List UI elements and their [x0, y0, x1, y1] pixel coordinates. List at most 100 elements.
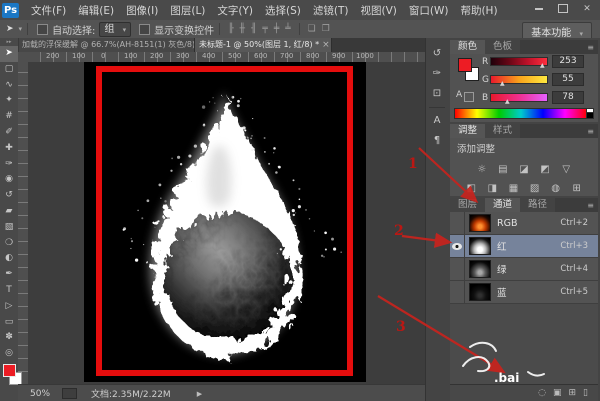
menu-item-filter[interactable]: 滤镜(T) [307, 3, 355, 18]
color-lookup-icon[interactable]: ⊞ [569, 183, 585, 194]
lasso-tool[interactable]: ∿ [0, 78, 18, 94]
blue-slider[interactable] [490, 93, 548, 102]
delete-channel-icon[interactable]: ▯ [583, 388, 588, 398]
dodge-tool[interactable]: ◐ [0, 251, 18, 267]
auto-select-target-dropdown[interactable]: 组 ▾ [99, 22, 131, 37]
tool-preset-arrow-icon[interactable]: ▾ [19, 25, 23, 33]
marquee-tool[interactable]: ▢ [0, 62, 18, 78]
tab-styles[interactable]: 样式 [485, 124, 520, 138]
visibility-well[interactable] [450, 235, 465, 257]
foreground-color-swatch[interactable] [3, 364, 16, 377]
toolbar-collapse-icon[interactable]: ▸▸ [0, 38, 18, 46]
brightness-contrast-icon[interactable]: ☼ [474, 164, 490, 175]
blue-slider-marker[interactable]: ▲ [505, 98, 510, 105]
history-panel-icon[interactable]: ↺ [426, 44, 448, 64]
menu-item-window[interactable]: 窗口(W) [403, 3, 455, 18]
tab-layers[interactable]: 图层 [450, 198, 485, 212]
document-tab-background[interactable]: 加载的浮保缓解 @ 66.7%(AH-8151(1) 灰色/8)* × [18, 38, 195, 52]
channel-row-green[interactable]: 绿 Ctrl+4 [450, 258, 598, 281]
path-select-tool[interactable]: ▷ [0, 299, 18, 315]
channel-thumbnail[interactable] [469, 260, 491, 278]
menu-item-file[interactable]: 文件(F) [25, 3, 72, 18]
clone-stamp-tool[interactable]: ◉ [0, 172, 18, 188]
channel-thumbnail[interactable] [469, 283, 491, 301]
quick-select-tool[interactable]: ✦ [0, 93, 18, 109]
shape-tool[interactable]: ▭ [0, 315, 18, 331]
healing-brush-tool[interactable]: ✚ [0, 141, 18, 157]
menu-item-help[interactable]: 帮助(H) [454, 3, 503, 18]
black-white-icon[interactable]: ▦ [505, 183, 521, 194]
zoom-level[interactable]: 50% [30, 389, 50, 399]
visibility-well[interactable] [450, 281, 465, 303]
arrange-icon-1[interactable]: ❏ [305, 24, 319, 34]
panel-menu-icon[interactable]: ≡ [587, 43, 594, 52]
close-button[interactable]: ✕ [578, 2, 596, 15]
curves-icon[interactable]: ◪ [516, 164, 532, 175]
gradient-tool[interactable]: ▧ [0, 220, 18, 236]
tab-paths[interactable]: 路径 [520, 198, 555, 212]
arrange-icon-2[interactable]: ❐ [319, 24, 333, 34]
brush-tool[interactable]: ✑ [0, 157, 18, 173]
color-spectrum-bar[interactable] [454, 108, 588, 119]
align-right-icon[interactable]: ╢ [248, 24, 259, 34]
hue-saturation-icon[interactable]: ◧ [463, 183, 479, 194]
zoom-tool[interactable]: ◎ [0, 346, 18, 362]
visibility-well[interactable] [450, 212, 465, 234]
eraser-tool[interactable]: ▰ [0, 204, 18, 220]
photo-filter-icon[interactable]: ▨ [527, 183, 543, 194]
menu-item-image[interactable]: 图像(I) [120, 3, 164, 18]
color-balance-icon[interactable]: ◨ [484, 183, 500, 194]
show-transform-checkbox[interactable] [139, 24, 150, 35]
character-panel-icon[interactable]: A [426, 111, 448, 131]
channel-row-rgb[interactable]: RGB Ctrl+2 [450, 212, 598, 235]
channel-thumbnail[interactable] [469, 237, 491, 255]
auto-select-checkbox[interactable] [37, 24, 48, 35]
paragraph-panel-icon[interactable]: ¶ [426, 131, 448, 151]
tab-color[interactable]: 颜色 [450, 40, 485, 54]
save-as-channel-icon[interactable]: ▣ [553, 388, 562, 398]
menu-item-layer[interactable]: 图层(L) [164, 3, 211, 18]
new-channel-icon[interactable]: ⊞ [569, 388, 577, 398]
vibrance-icon[interactable]: ▽ [558, 164, 574, 175]
panel-menu-icon[interactable]: ≡ [587, 127, 594, 136]
align-center-icon[interactable]: ╫ [237, 24, 248, 34]
load-selection-icon[interactable]: ◌ [538, 388, 546, 398]
menu-item-view[interactable]: 视图(V) [354, 3, 402, 18]
channel-row-red[interactable]: 红 Ctrl+3 [450, 235, 598, 258]
minimize-button[interactable] [530, 2, 548, 15]
align-bottom-icon[interactable]: ╧ [282, 24, 293, 34]
type-tool[interactable]: T [0, 283, 18, 299]
exposure-icon[interactable]: ◩ [537, 164, 553, 175]
spectrum-black-swatch[interactable] [586, 112, 594, 119]
blur-tool[interactable]: ❍ [0, 236, 18, 252]
tab-swatches[interactable]: 色板 [485, 40, 520, 54]
crop-tool[interactable]: # [0, 109, 18, 125]
panel-menu-icon[interactable]: ≡ [587, 201, 594, 210]
hand-tool[interactable]: ✽ [0, 330, 18, 346]
red-slider-marker[interactable]: ▲ [540, 62, 545, 69]
green-slider-marker[interactable]: ▲ [500, 80, 505, 87]
document-tab-active[interactable]: 未标题-1 @ 50%(图层 1, 红/8) * × [195, 38, 332, 52]
visibility-well[interactable] [450, 258, 465, 280]
maximize-button[interactable] [554, 2, 572, 15]
channel-thumbnail[interactable] [469, 214, 491, 232]
align-left-icon[interactable]: ╟ [225, 24, 236, 34]
close-tab-icon[interactable]: × [322, 38, 330, 52]
channel-row-blue[interactable]: 蓝 Ctrl+5 [450, 281, 598, 304]
blue-value[interactable]: 78 [552, 91, 584, 104]
status-options-arrow-icon[interactable]: ▶ [197, 390, 202, 398]
align-middle-icon[interactable]: ╪ [271, 24, 282, 34]
move-tool[interactable]: ➤ [0, 46, 18, 62]
history-brush-tool[interactable]: ↺ [0, 188, 18, 204]
eyedropper-tool[interactable]: ✐ [0, 125, 18, 141]
clone-source-panel-icon[interactable]: ⊡ [426, 84, 448, 104]
menu-item-select[interactable]: 选择(S) [259, 3, 307, 18]
levels-icon[interactable]: ▤ [495, 164, 511, 175]
brush-panel-icon[interactable]: ✑ [426, 64, 448, 84]
eye-icon[interactable] [452, 243, 462, 250]
tab-adjustments[interactable]: 调整 [450, 124, 485, 138]
channel-mixer-icon[interactable]: ◍ [548, 183, 564, 194]
pen-tool[interactable]: ✒ [0, 267, 18, 283]
menu-item-edit[interactable]: 编辑(E) [72, 3, 120, 18]
align-top-icon[interactable]: ╤ [259, 24, 270, 34]
